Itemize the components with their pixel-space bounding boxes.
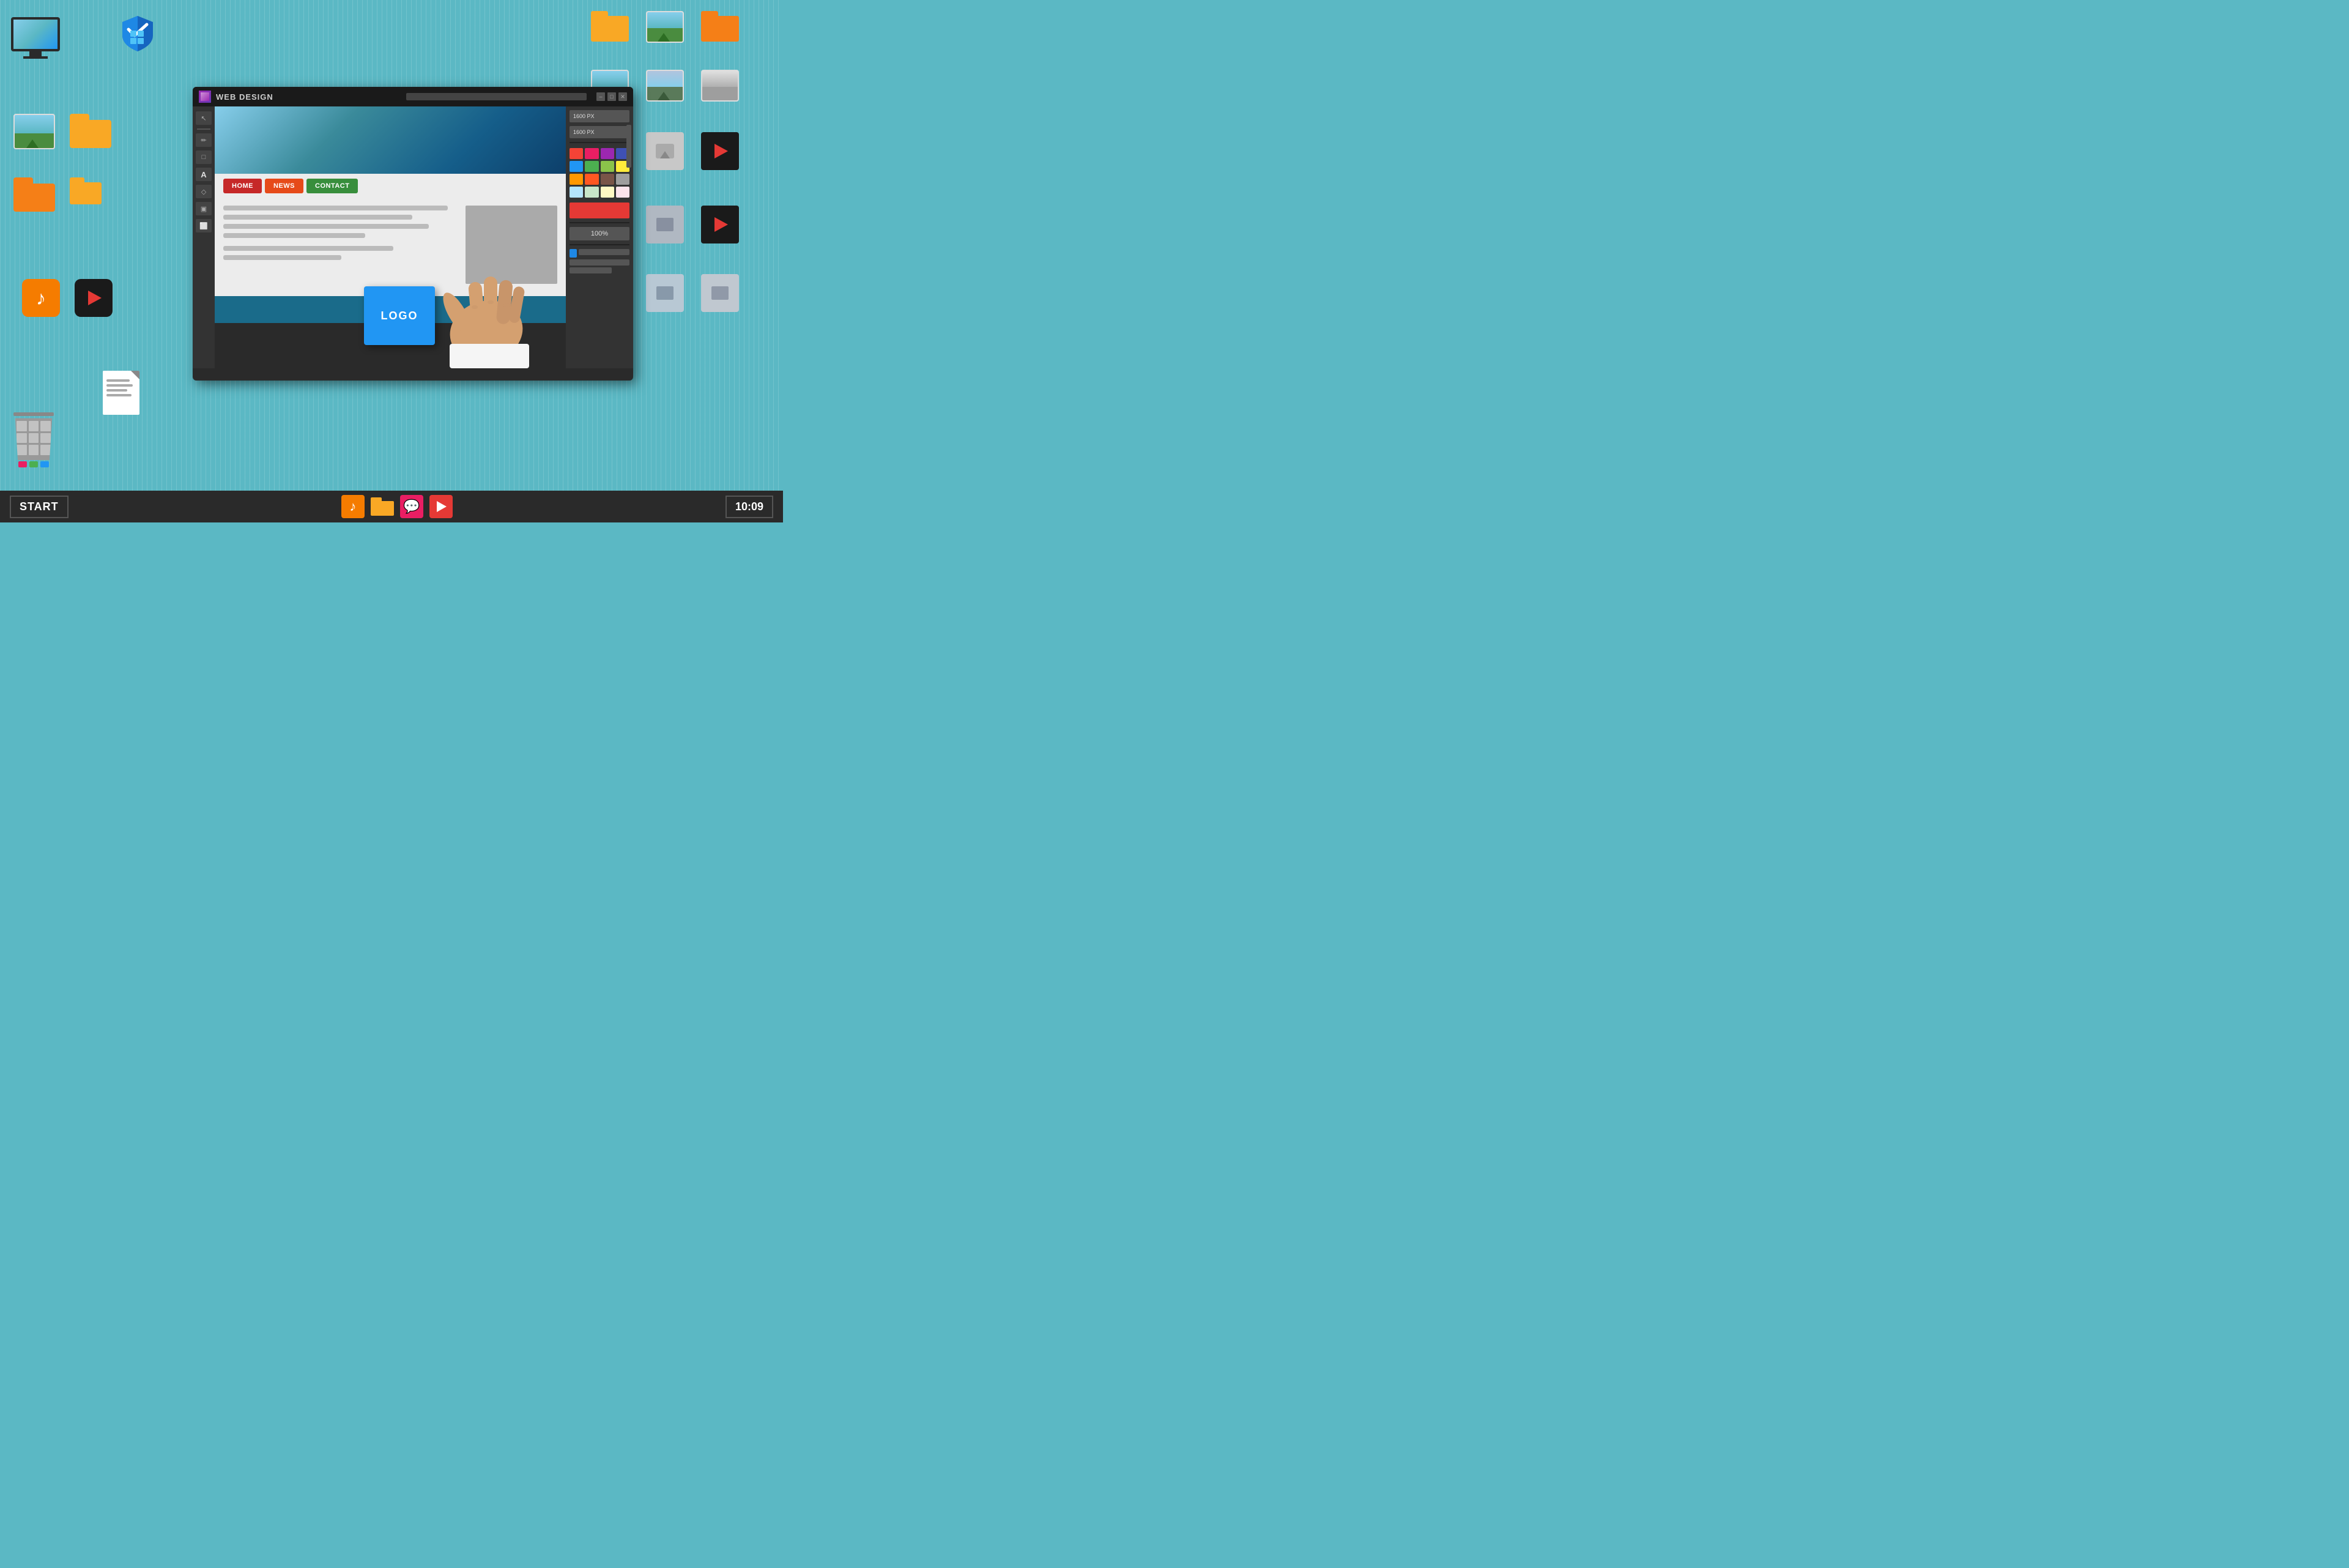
canvas-area: HOME NEWS CONTACT LOGO	[215, 106, 566, 368]
gray-placeholder-right-4[interactable]	[646, 274, 684, 312]
gray-placeholder-right-5[interactable]	[701, 274, 739, 312]
swatch-deep-orange[interactable]	[585, 174, 598, 185]
swatch-red[interactable]	[570, 148, 583, 159]
swatch-pink[interactable]	[585, 148, 598, 159]
panel-list-row-1	[570, 249, 629, 258]
folder-icon-right-2[interactable]	[701, 11, 739, 42]
swatch-purple[interactable]	[601, 148, 614, 159]
image-icon-right-4[interactable]	[701, 70, 739, 102]
panel-list	[570, 249, 629, 273]
minimize-button[interactable]: –	[596, 92, 605, 101]
hand-dragging	[413, 246, 547, 368]
swatch-orange[interactable]	[570, 174, 583, 185]
start-button[interactable]: START	[10, 496, 69, 518]
music-icon[interactable]: ♪	[22, 279, 60, 317]
properties-panel: 1600 PX 1600 PX	[566, 106, 633, 368]
tool-panel: ↖ ✏ □ A ◇ ▣ ⬜	[193, 106, 215, 368]
monitor-screen-display	[13, 20, 58, 49]
canvas-header	[215, 106, 566, 174]
zoom-display[interactable]: 100%	[570, 227, 629, 240]
folder-icon-1[interactable]	[70, 114, 111, 148]
web-design-window: WEB DESIGN – □ ✕ ↖ ✏ □ A ◇ ▣ ⬜ HOME	[193, 87, 633, 381]
text-line-6	[223, 255, 341, 260]
swatch-light-blue[interactable]	[570, 187, 583, 198]
swatch-light-pink[interactable]	[616, 187, 629, 198]
gray-placeholder-right[interactable]	[646, 132, 684, 170]
tool-eraser[interactable]: ⬜	[196, 219, 212, 232]
swatch-blue[interactable]	[570, 161, 583, 172]
folder-icon-3[interactable]	[70, 177, 102, 204]
play-icon-right-1[interactable]	[701, 132, 739, 170]
window-content-area: ↖ ✏ □ A ◇ ▣ ⬜ HOME NEWS CONTACT	[193, 106, 633, 368]
panel-list-item-2[interactable]	[570, 259, 629, 266]
clock-display: 10:09	[725, 496, 773, 518]
image-icon-1[interactable]	[13, 114, 55, 149]
recycle-bin-icon[interactable]	[6, 412, 61, 467]
panel-list-item-3[interactable]	[570, 267, 612, 273]
window-title: WEB DESIGN	[216, 92, 396, 102]
tool-text[interactable]: A	[196, 168, 212, 181]
taskbar-icon-tray: ♪ 💬	[341, 495, 453, 518]
panel-divider-2	[570, 222, 629, 223]
nav-contact[interactable]: CONTACT	[306, 179, 358, 193]
document-icon[interactable]	[103, 371, 139, 415]
tool-shape[interactable]: ◇	[196, 185, 212, 198]
taskbar-chat-icon[interactable]: 💬	[400, 495, 423, 518]
tool-select[interactable]: ↖	[196, 111, 212, 125]
text-line-2	[223, 215, 412, 220]
image-icon-right-1[interactable]	[646, 11, 684, 43]
monitor-stand	[29, 51, 42, 56]
window-controls[interactable]: – □ ✕	[596, 92, 627, 101]
maximize-button[interactable]: □	[607, 92, 616, 101]
text-line-3	[223, 224, 429, 229]
swatch-light-green[interactable]	[601, 161, 614, 172]
color-swatch-grid	[570, 148, 629, 198]
panel-list-icon	[570, 249, 577, 258]
swatch-green[interactable]	[585, 161, 598, 172]
width-input[interactable]: 1600 PX	[570, 110, 629, 122]
monitor-desktop-icon[interactable]	[11, 17, 60, 59]
play-icon-left[interactable]	[75, 279, 113, 317]
swatch-light-green-2[interactable]	[585, 187, 598, 198]
text-line-5	[223, 246, 393, 251]
window-menu-bar-placeholder	[406, 93, 587, 100]
folder-icon-2[interactable]	[13, 177, 55, 212]
taskbar-folder-icon[interactable]	[371, 495, 394, 518]
close-button[interactable]: ✕	[618, 92, 627, 101]
windows-shield-icon[interactable]	[117, 13, 158, 57]
taskbar-music-icon[interactable]: ♪	[341, 495, 365, 518]
panel-divider-1	[570, 142, 629, 143]
panel-list-item-1[interactable]	[579, 249, 629, 255]
text-line-4	[223, 233, 365, 238]
swatch-brown[interactable]	[601, 174, 614, 185]
taskbar-play-icon[interactable]	[429, 495, 453, 518]
image-icon-right-3[interactable]	[646, 70, 684, 102]
nav-home[interactable]: HOME	[223, 179, 262, 193]
tool-paint[interactable]: ▣	[196, 202, 212, 215]
tool-pencil[interactable]: ✏	[196, 133, 212, 147]
panel-divider-3	[570, 244, 629, 245]
canvas-navbar: HOME NEWS CONTACT	[215, 174, 566, 198]
swatch-grey[interactable]	[616, 174, 629, 185]
swatch-light-yellow[interactable]	[601, 187, 614, 198]
play-icon-right-2[interactable]	[701, 206, 739, 243]
gray-placeholder-right-3[interactable]	[646, 206, 684, 243]
monitor-screen-body	[11, 17, 60, 51]
tool-rect[interactable]: □	[196, 150, 212, 164]
taskbar: START ♪ 💬 10:09	[0, 491, 783, 522]
height-input[interactable]: 1600 PX	[570, 126, 629, 138]
accent-swatch-red[interactable]	[570, 203, 629, 218]
folder-icon-right-1[interactable]	[591, 11, 629, 42]
monitor-base	[23, 56, 48, 59]
tool-divider	[197, 128, 210, 130]
window-titlebar: WEB DESIGN – □ ✕	[193, 87, 633, 106]
scrollbar[interactable]	[626, 125, 631, 168]
text-line-1	[223, 206, 448, 210]
window-app-icon	[199, 91, 211, 103]
nav-news[interactable]: NEWS	[265, 179, 303, 193]
